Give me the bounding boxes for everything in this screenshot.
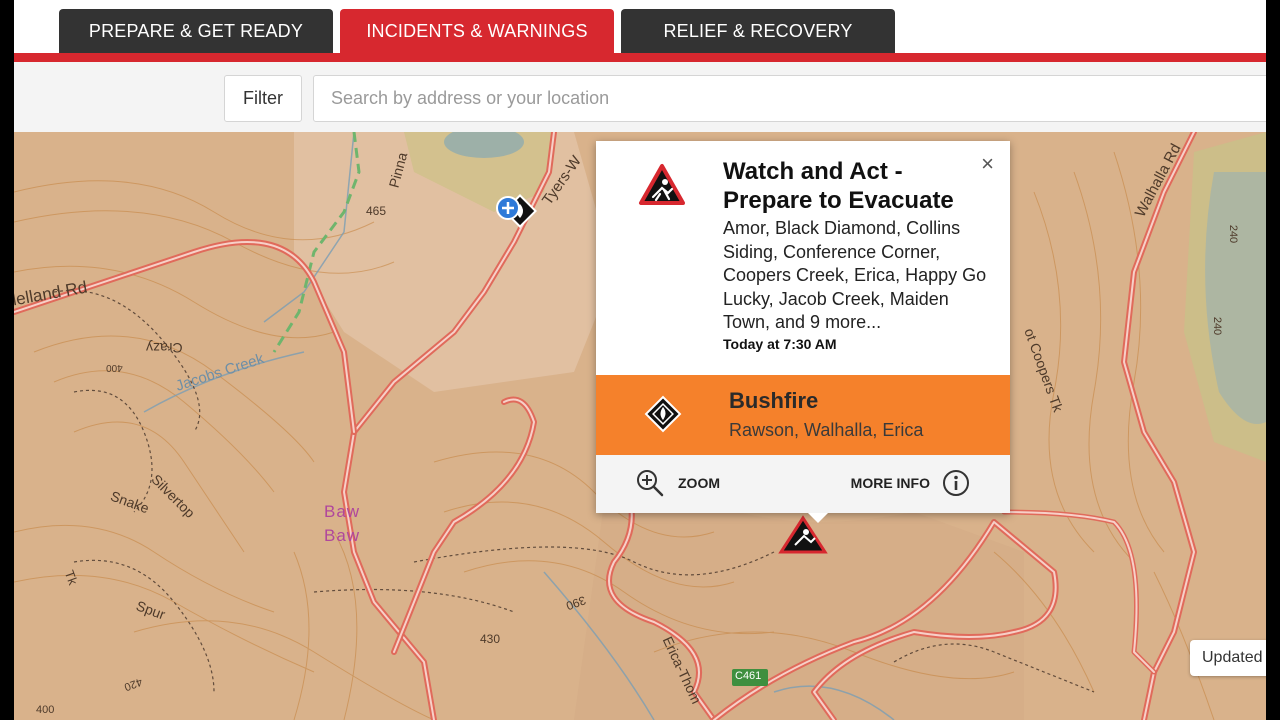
map-label-place: Baw [324,526,361,545]
zoom-label: ZOOM [678,475,720,491]
updated-badge: Updated [1190,640,1266,676]
map-label-elevation: 430 [480,632,501,646]
app-frame: PREPARE & GET READY INCIDENTS & WARNINGS… [14,0,1266,720]
popup-actions: ZOOM MORE INFO [596,455,1010,513]
incident-type: Bushfire [729,388,819,413]
map-label-elevation: 465 [366,204,387,218]
map-label-elevation: 240 [1211,316,1224,336]
close-icon[interactable]: × [981,153,994,175]
warning-section[interactable]: Watch and Act - Prepare to Evacuate × Am… [596,141,1010,375]
zoom-button[interactable]: ZOOM [636,469,720,497]
warning-title: Watch and Act - Prepare to Evacuate [723,158,954,214]
warning-evacuate-icon [638,163,686,212]
incident-places: Rawson, Walhalla, Erica [729,420,924,440]
route-shield-label: C461 [735,670,762,682]
info-icon [943,470,969,496]
map-label-place: Baw [324,502,361,521]
nav-underline [14,53,1266,62]
incident-section[interactable]: Bushfire Rawson, Walhalla, Erica [596,375,1010,455]
bushfire-diamond-icon [644,395,682,438]
main-nav: PREPARE & GET READY INCIDENTS & WARNINGS… [14,0,1266,62]
zoom-in-icon [637,470,664,497]
more-info-button[interactable]: MORE INFO [851,469,970,497]
search-input[interactable] [313,75,1266,122]
warning-places: Amor, Black Diamond, Collins Siding, Con… [723,218,987,332]
tab-prepare[interactable]: PREPARE & GET READY [59,9,333,53]
tab-incidents[interactable]: INCIDENTS & WARNINGS [340,9,614,53]
warning-time: Today at 7:30 AM [723,336,837,352]
filter-button[interactable]: Filter [224,75,302,122]
map-label-track: Crazy [146,340,183,356]
map-label-elevation: 240 [1227,224,1240,244]
map-label-elevation: 400 [106,362,123,373]
tab-relief[interactable]: RELIEF & RECOVERY [621,9,895,53]
popup-pointer [808,513,828,523]
more-info-label: MORE INFO [850,475,930,491]
incident-popup: Watch and Act - Prepare to Evacuate × Am… [596,141,1010,513]
map-label-elevation: 400 [36,704,55,716]
search-bar: Filter [14,62,1266,132]
